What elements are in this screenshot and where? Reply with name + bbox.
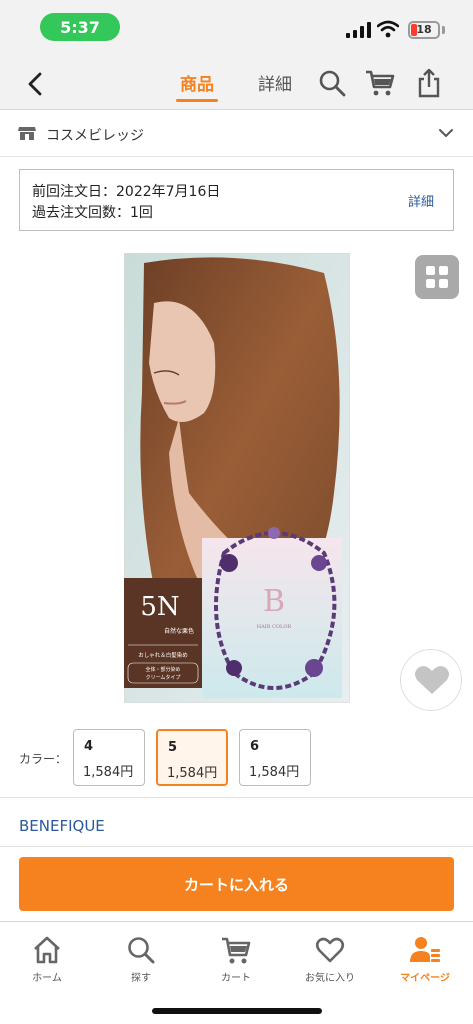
battery-icon: 18 [408,21,440,39]
shop-selector[interactable]: コスメビレッジ [0,111,473,157]
mypage-icon [410,937,440,962]
heart-icon [415,666,449,694]
color-label: カラー： [19,752,68,766]
favorite-button[interactable] [400,649,462,711]
svg-text:おしゃれ＆白髪染め: おしゃれ＆白髪染め [138,651,188,659]
cart-icon[interactable] [365,68,395,98]
tab-mypage[interactable]: マイページ [378,930,472,990]
grid-view-button[interactable] [415,255,459,299]
home-icon [34,936,60,964]
search-icon[interactable] [317,68,347,98]
heart-icon [315,937,345,963]
cart-icon [222,937,251,964]
tab-favorites[interactable]: お気に入り [283,930,377,990]
svg-text:B: B [263,584,285,619]
tab-search[interactable]: 探す [94,930,188,990]
color-variant-6[interactable]: 6 1,584円 [239,729,311,786]
product-image[interactable]: B HAIR COLOR 5N 自然な栗色 おしゃれ＆白髪染め 全体・部分染め … [124,253,350,703]
divider [0,846,473,847]
nav-header: 商品 詳細 [0,56,473,110]
shop-name: コスメビレッジ [46,128,144,144]
svg-text:HAIR COLOR: HAIR COLOR [257,624,292,630]
brand-link[interactable]: BENEFIQUE [19,817,105,835]
tab-home[interactable]: ホーム [0,930,94,990]
status-time: 5:37 [40,13,120,41]
color-variant-5[interactable]: 5 1,584円 [156,729,228,786]
svg-text:自然な栗色: 自然な栗色 [164,627,194,635]
color-variant-4[interactable]: 4 1,584円 [73,729,145,786]
grid-icon [426,266,448,288]
order-count: 過去注文回数：1回 [32,205,153,221]
tab-details[interactable]: 詳細 [258,70,292,95]
wifi-icon [377,20,399,38]
order-history-box: 前回注文日：2022年7月16日 過去注文回数：1回 詳細 [19,169,454,231]
search-icon [128,937,155,964]
tab-product[interactable]: 商品 [180,70,214,95]
tab-cart[interactable]: カート [189,930,283,990]
divider [0,797,473,798]
back-arrow-icon[interactable] [22,70,50,98]
add-to-cart-button[interactable]: カートに入れる [19,857,454,911]
svg-text:クリームタイプ: クリームタイプ [146,674,181,681]
signal-icon [346,22,371,38]
battery-level: 18 [416,23,432,36]
chevron-down-icon[interactable] [438,127,454,139]
status-bar: 5:37 18 [0,0,473,56]
home-indicator [152,1008,322,1014]
package-shade: 5N [140,592,179,622]
active-tab-indicator [176,99,218,102]
svg-text:全体・部分染め: 全体・部分染め [145,666,180,673]
share-icon[interactable] [414,68,444,98]
order-detail-link[interactable]: 詳細 [408,191,434,210]
last-order-date: 前回注文日：2022年7月16日 [32,184,221,200]
store-icon [18,127,36,140]
